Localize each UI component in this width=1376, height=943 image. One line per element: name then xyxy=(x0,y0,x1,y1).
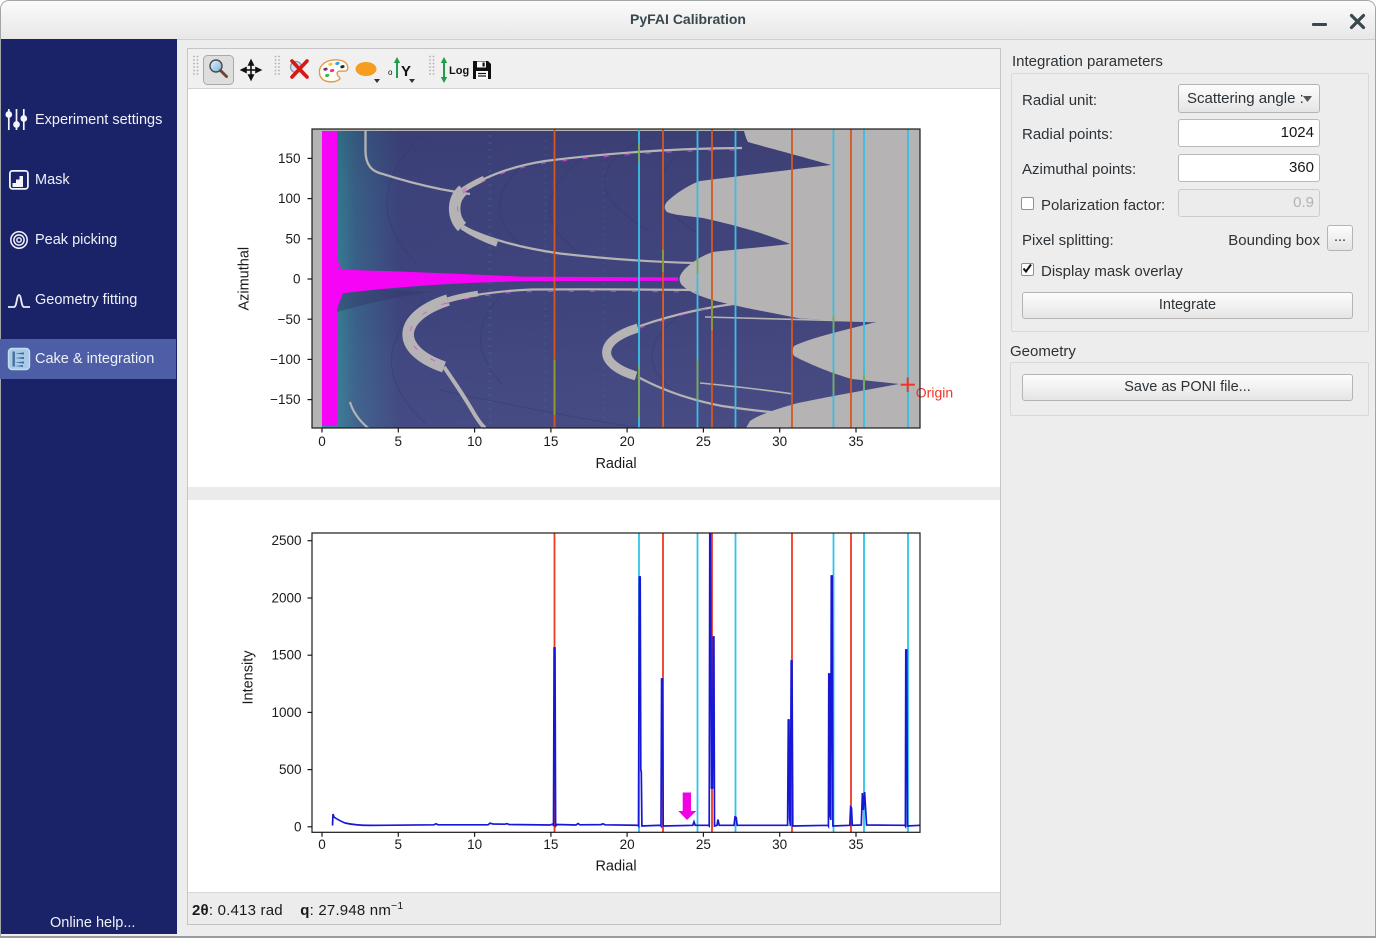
svg-text:2500: 2500 xyxy=(271,533,301,548)
svg-text:100: 100 xyxy=(278,191,301,206)
svg-text:0: 0 xyxy=(293,272,301,287)
svg-text:500: 500 xyxy=(279,762,302,777)
svg-text:Radial: Radial xyxy=(595,859,636,875)
svg-text:5: 5 xyxy=(395,837,403,852)
svg-text:−150: −150 xyxy=(270,392,300,407)
svg-text:o: o xyxy=(388,68,393,77)
svg-text:35: 35 xyxy=(848,434,863,449)
svg-text:1500: 1500 xyxy=(271,648,301,663)
svg-text:−50: −50 xyxy=(278,312,301,327)
svg-text:1000: 1000 xyxy=(271,705,301,720)
svg-text:Intensity: Intensity xyxy=(240,650,256,705)
svg-text:10: 10 xyxy=(467,837,482,852)
svg-text:0: 0 xyxy=(294,819,302,834)
svg-text:25: 25 xyxy=(696,837,711,852)
svg-text:20: 20 xyxy=(620,837,635,852)
svg-text:10: 10 xyxy=(467,434,482,449)
svg-text:0: 0 xyxy=(318,434,326,449)
svg-text:2000: 2000 xyxy=(271,591,301,606)
svg-text:30: 30 xyxy=(772,837,787,852)
svg-text:20: 20 xyxy=(620,434,635,449)
svg-text:25: 25 xyxy=(696,434,711,449)
svg-text:30: 30 xyxy=(772,434,787,449)
svg-text:150: 150 xyxy=(278,151,301,166)
svg-text:15: 15 xyxy=(543,434,558,449)
svg-text:Log: Log xyxy=(449,65,469,77)
svg-text:35: 35 xyxy=(848,837,863,852)
svg-text:5: 5 xyxy=(395,434,403,449)
svg-text:Radial: Radial xyxy=(595,456,636,472)
svg-text:Origin: Origin xyxy=(916,384,953,400)
svg-text:Y: Y xyxy=(401,63,411,80)
svg-text:50: 50 xyxy=(285,231,300,246)
svg-text:15: 15 xyxy=(543,837,558,852)
svg-text:0: 0 xyxy=(318,837,326,852)
svg-text:Azimuthal: Azimuthal xyxy=(237,247,253,311)
svg-text:−100: −100 xyxy=(270,352,300,367)
